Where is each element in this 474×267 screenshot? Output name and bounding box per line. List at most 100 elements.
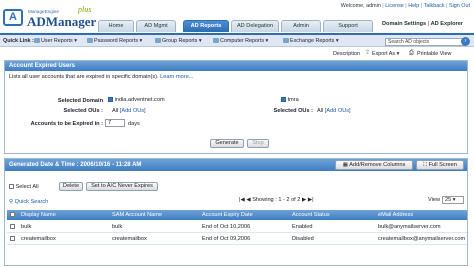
tab-ad-reports[interactable]: AD Reports	[183, 20, 229, 32]
computer-reports-icon	[213, 38, 219, 43]
domain2-label: tmra	[287, 97, 299, 103]
domain1-label: india.adventnet.com	[114, 97, 165, 103]
pagination: |◀ ◀ Showing : 1 - 2 of 2 ▶ ▶|	[239, 197, 314, 204]
logo-plus: plus	[78, 5, 92, 14]
never-expires-button[interactable]: Set to A/C Never Expires	[86, 182, 158, 191]
view-label: View	[428, 197, 441, 203]
table-row[interactable]: createmailbox createmailbox End of Oct 0…	[7, 234, 467, 245]
description-link[interactable]: Description	[333, 51, 360, 57]
search-icon[interactable]: ›	[461, 37, 470, 46]
days-input[interactable]: 7	[105, 119, 125, 127]
domain1-checkbox[interactable]	[108, 97, 113, 102]
first-page-icon[interactable]: |◀	[239, 197, 245, 203]
domain1-ous: All [Add OUs]	[112, 108, 146, 115]
cell-sam-account-name: bulk	[112, 224, 123, 230]
row-checkbox[interactable]	[10, 236, 15, 241]
header-checkbox[interactable]	[10, 212, 15, 217]
prev-page-icon[interactable]: ◀	[246, 197, 250, 203]
search-icon-small: ⚲	[9, 199, 14, 205]
quick-search[interactable]: ⚲ Quick Search	[9, 199, 48, 206]
cell-display-name: bulk	[21, 224, 32, 230]
tab-ad-mgmt[interactable]: AD Mgmt	[136, 20, 176, 32]
add-remove-columns-button[interactable]: ▦ Add/Remove Columns	[335, 160, 413, 170]
quick-link-bar: Quick Link : User Reports ▾ Password Rep…	[0, 33, 474, 47]
generate-button[interactable]: Generate	[210, 139, 244, 148]
view-select-value: 25	[445, 197, 452, 203]
cell-status: Disabled	[292, 236, 314, 242]
exchange-reports-icon	[283, 38, 289, 43]
last-page-icon[interactable]: ▶|	[308, 197, 314, 203]
select-all-option[interactable]: Select All	[9, 184, 39, 191]
panel-title: Account Expired Users	[5, 61, 467, 71]
license-link[interactable]: License	[385, 3, 404, 9]
col-sam-account-name[interactable]: SAM Account Name	[112, 212, 162, 219]
nav-group-reports-label: Group Reports	[162, 38, 198, 44]
ous-all-text-2: All	[317, 108, 324, 114]
next-page-icon[interactable]: ▶	[302, 197, 306, 203]
nav-user-reports-label: User Reports	[41, 38, 73, 44]
domain2-checkbox[interactable]	[281, 97, 286, 102]
select-all-label: Select All	[15, 184, 39, 190]
cell-expiry-date: End of Oct 10,2006	[202, 224, 251, 230]
days-unit: days	[128, 121, 140, 127]
days-label: Accounts to be Expired in :	[30, 121, 103, 127]
tab-admin[interactable]: Admin	[281, 20, 321, 32]
user-reports-icon	[34, 38, 40, 43]
view-select[interactable]: 25 ▾	[442, 196, 464, 204]
col-account-status[interactable]: Account Status	[292, 212, 330, 219]
results-panel: Generated Date & Time : 2006/10/16 - 11:…	[4, 158, 468, 266]
domain2-ous: All [Add OUs]	[317, 108, 351, 115]
talkback-link[interactable]: Talkback	[424, 3, 445, 9]
table-header: Display Name SAM Account Name Account Ex…	[7, 210, 467, 220]
delete-button[interactable]: Delete	[59, 182, 83, 191]
ad-explorer-link[interactable]: AD Explorer	[431, 21, 463, 27]
quick-search-link[interactable]: Quick Search	[15, 199, 49, 205]
quick-link-label: Quick Link :	[3, 38, 34, 44]
tab-support[interactable]: Support	[323, 20, 373, 32]
top-links: Welcome, admin | License | Help | Talkba…	[340, 3, 470, 9]
action-bar: Description ⇪ Export As ▾ ⎙ Printable Vi…	[0, 48, 474, 59]
cell-status: Enabled	[292, 224, 313, 230]
domain-settings-link[interactable]: Domain Settings	[382, 21, 426, 27]
nav-group-reports[interactable]: Group Reports ▾	[155, 38, 202, 44]
full-screen-button[interactable]: ⛶ Full Screen	[416, 160, 464, 170]
add-ous-link[interactable]: [Add OUs]	[120, 108, 146, 114]
signout-link[interactable]: Sign Out	[449, 3, 470, 9]
domain1-option[interactable]: india.adventnet.com	[108, 97, 165, 104]
col-email-address[interactable]: eMail Address	[378, 212, 413, 219]
export-as-label: Export As	[372, 51, 396, 57]
report-criteria-panel: Account Expired Users Lists all user acc…	[4, 60, 468, 154]
learn-more-link[interactable]: Learn more...	[160, 74, 193, 80]
report-intro: Lists all user accounts that are expired…	[9, 74, 193, 81]
row-checkbox[interactable]	[10, 224, 15, 229]
search-input[interactable]: Search AD objects	[385, 38, 465, 46]
select-all-checkbox[interactable]	[9, 184, 14, 189]
printable-view-link[interactable]: Printable View	[417, 51, 451, 57]
col-display-name[interactable]: Display Name	[21, 212, 56, 219]
logo-icon: A	[3, 9, 23, 26]
nav-computer-reports-label: Computer Reports	[220, 38, 265, 44]
full-screen-label: Full Screen	[428, 162, 457, 168]
add-ous-link-2[interactable]: [Add OUs]	[325, 108, 351, 114]
export-icon: ⇪	[365, 50, 371, 56]
columns-icon: ▦	[342, 162, 349, 168]
selected-domain-label: Selected Domain	[57, 98, 103, 104]
nav-user-reports[interactable]: User Reports ▾	[34, 38, 77, 44]
group-reports-icon	[155, 38, 161, 43]
domain2-option[interactable]: tmra	[281, 97, 299, 104]
table-row[interactable]: bulk bulk End of Oct 10,2006 Enabled bul…	[7, 222, 467, 233]
nav-computer-reports[interactable]: Computer Reports ▾	[213, 38, 268, 44]
nav-password-reports[interactable]: Password Reports ▾	[87, 38, 142, 44]
intro-text: Lists all user accounts that are expired…	[9, 74, 159, 80]
add-remove-columns-label: Add/Remove Columns	[349, 162, 406, 168]
help-link[interactable]: Help	[408, 3, 419, 9]
tab-home[interactable]: Home	[98, 20, 134, 32]
stop-button[interactable]: Stop	[247, 139, 269, 148]
col-account-expiry-date[interactable]: Account Expiry Date	[202, 212, 253, 219]
cell-sam-account-name: createmailbox	[112, 236, 147, 242]
nav-exchange-reports[interactable]: Exchange Reports ▾	[283, 38, 339, 44]
logo: A ManageEngine ADManager plus	[0, 0, 102, 34]
export-as-button[interactable]: Export As ▾	[372, 51, 399, 57]
nav-exchange-reports-label: Exchange Reports	[290, 38, 335, 44]
tab-ad-delegation[interactable]: AD Delegation	[231, 20, 279, 32]
